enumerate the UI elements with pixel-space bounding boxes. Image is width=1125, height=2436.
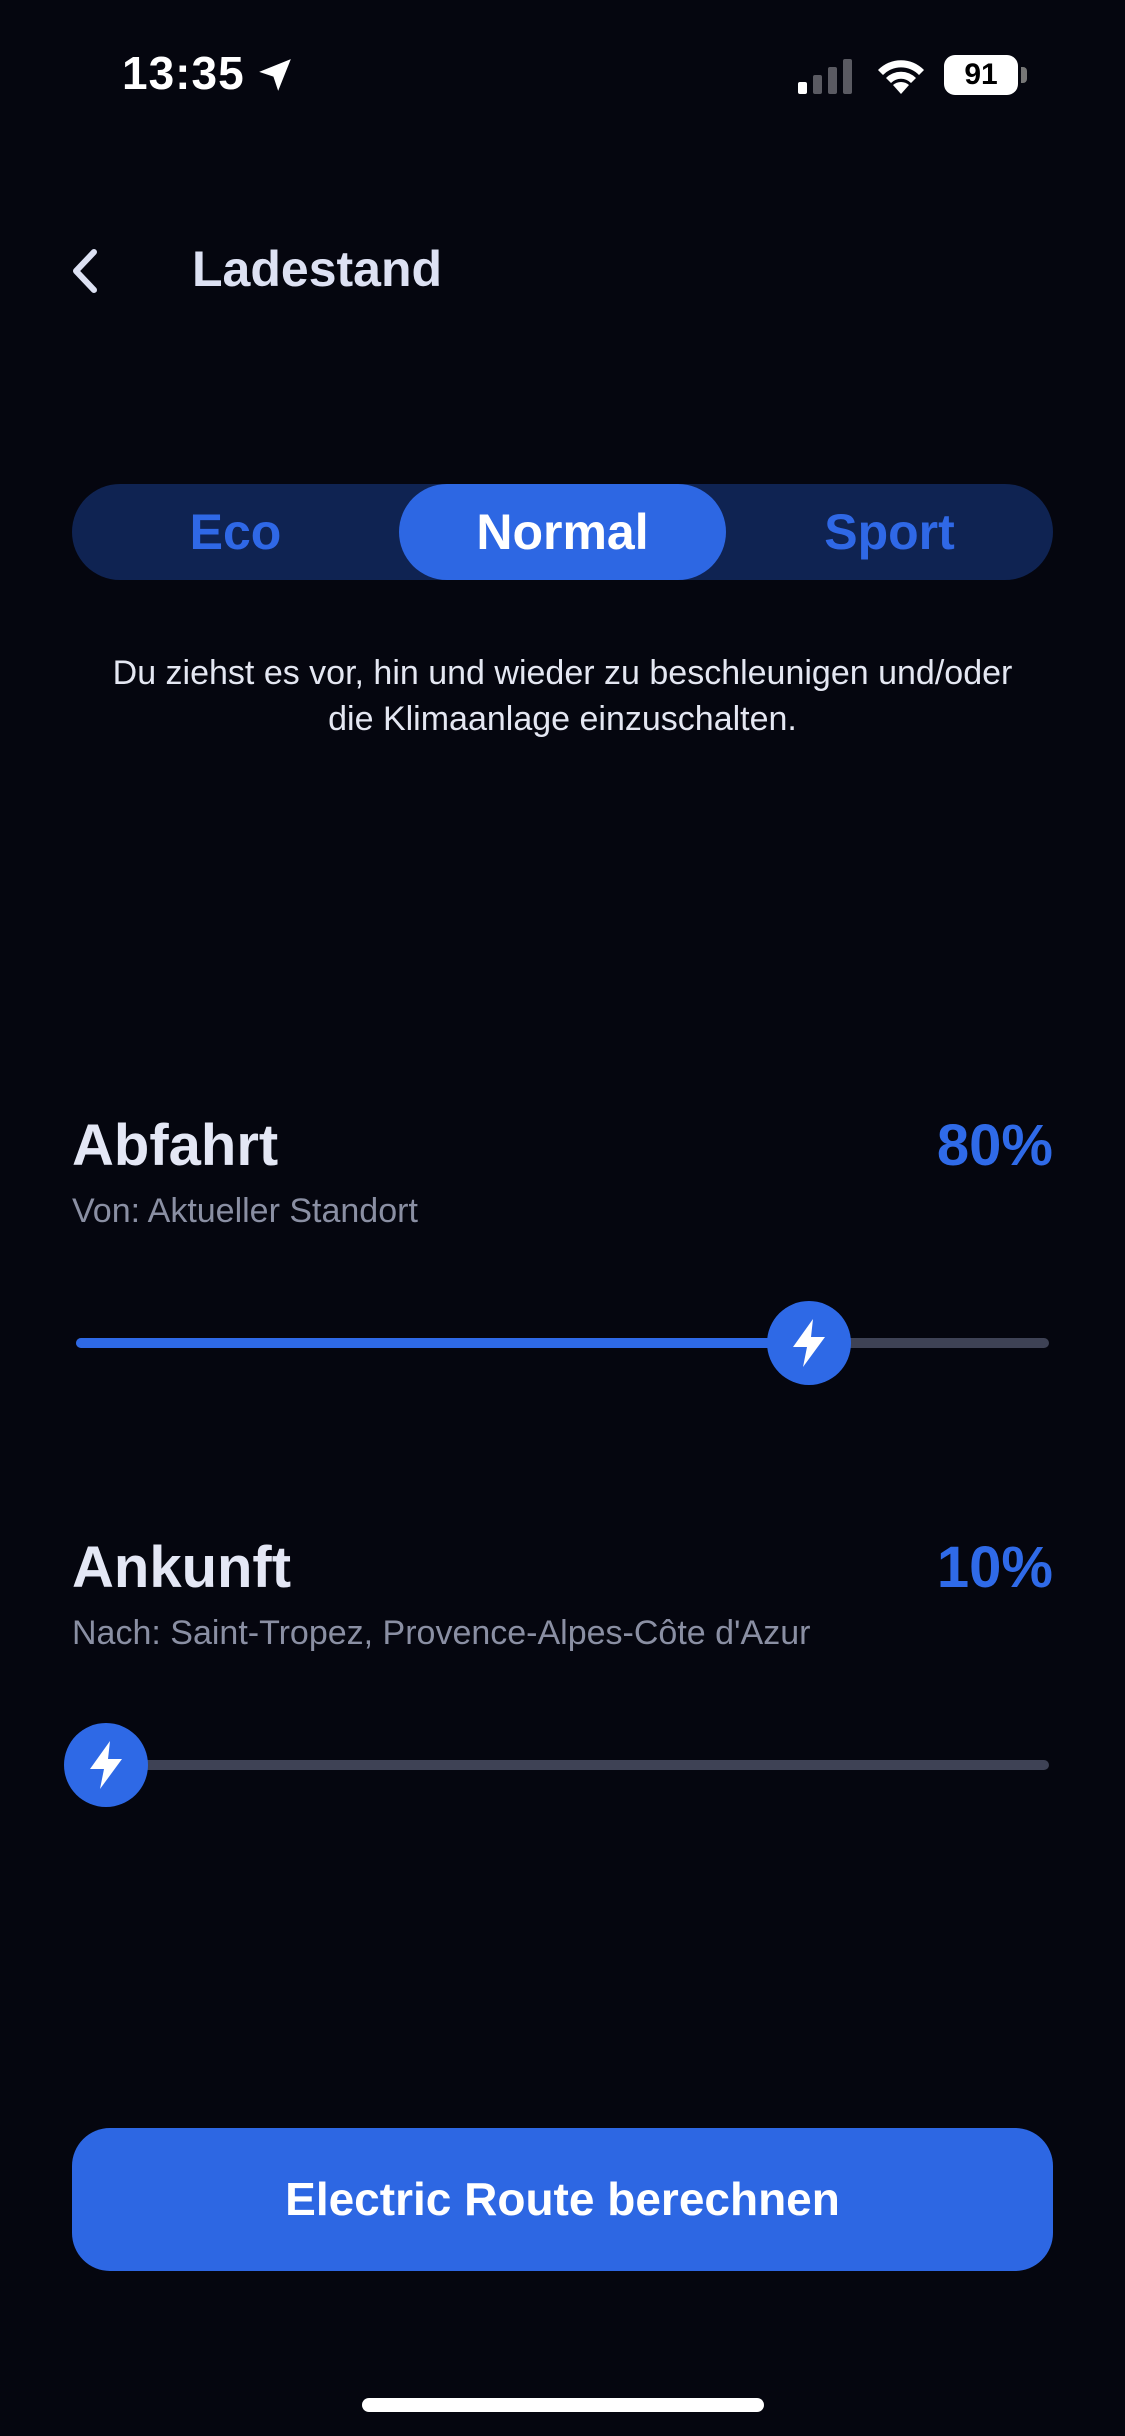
page-title: Ladestand	[192, 241, 443, 297]
mode-segmented-control: Eco Normal Sport	[72, 484, 1053, 580]
home-indicator	[362, 2398, 764, 2412]
departure-slider[interactable]	[72, 1298, 1053, 1388]
cellular-signal-icon	[798, 59, 852, 94]
status-bar: 13:35 91	[0, 0, 1125, 150]
departure-title: Abfahrt	[72, 1113, 279, 1178]
departure-percent: 80%	[936, 1113, 1053, 1178]
lightning-bolt-icon	[793, 1319, 825, 1367]
chevron-left-icon	[73, 249, 97, 293]
departure-subtitle: Von: Aktueller Standort	[72, 1192, 418, 1230]
slider-track	[76, 1760, 1049, 1770]
segment-sport[interactable]: Sport	[726, 484, 1053, 580]
mode-description: Du ziehst es vor, hin und wieder zu besc…	[112, 654, 1013, 738]
lightning-bolt-icon	[90, 1741, 122, 1789]
segment-normal[interactable]: Normal	[399, 484, 726, 580]
battery-level: 91	[944, 55, 1018, 95]
back-button[interactable]	[58, 238, 118, 304]
slider-fill	[76, 1338, 809, 1348]
wifi-icon	[878, 60, 924, 94]
arrival-slider[interactable]	[64, 1720, 1053, 1810]
arrival-title: Ankunft	[72, 1535, 292, 1600]
location-arrow-icon	[259, 59, 291, 91]
battery-icon: 91	[944, 55, 1028, 95]
battery-cap	[1021, 67, 1027, 83]
arrival-percent: 10%	[936, 1535, 1053, 1600]
calculate-route-button[interactable]: Electric Route berechnen	[72, 2128, 1053, 2271]
segment-eco[interactable]: Eco	[72, 484, 399, 580]
status-time: 13:35	[122, 47, 245, 99]
arrival-subtitle: Nach: Saint-Tropez, Provence-Alpes-Côte …	[72, 1614, 811, 1652]
slider-thumb[interactable]	[767, 1301, 851, 1385]
slider-thumb[interactable]	[64, 1723, 148, 1807]
